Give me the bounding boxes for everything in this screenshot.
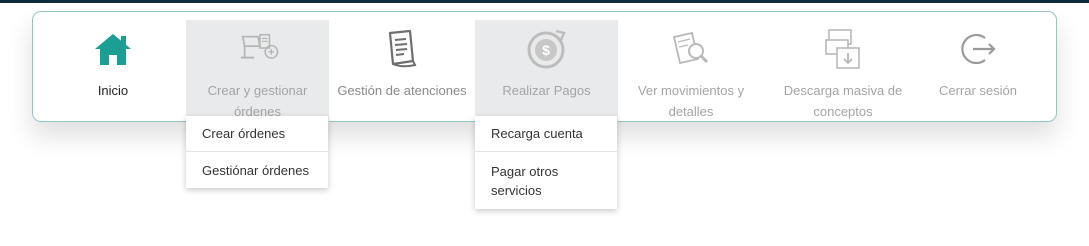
- nav-label-movimientos: Ver movimientos y detalles: [637, 83, 745, 119]
- nav-label-inicio: Inicio: [97, 83, 129, 98]
- document-icon: [381, 28, 423, 70]
- nav-label-atenciones: Gestión de atenciones: [337, 83, 467, 98]
- dropdown-item-label: Gestiónar órdenes: [202, 162, 309, 178]
- nav-item-atenciones[interactable]: Gestión de atenciones: [332, 20, 472, 126]
- movements-search-icon: [670, 28, 712, 70]
- nav-item-inicio[interactable]: Inicio: [70, 20, 156, 126]
- orders-icon: [237, 28, 279, 70]
- dropdown-item-pagar-otros-servicios[interactable]: Pagar otros servicios: [475, 152, 617, 209]
- dropdown-item-gestionar-ordenes[interactable]: Gestiónar órdenes: [186, 152, 328, 188]
- nav-item-descarga[interactable]: Descarga masiva de conceptos: [768, 20, 918, 126]
- nav-item-ordenes[interactable]: Crear y gestionar órdenes: [186, 20, 329, 126]
- dropdown-item-label: Crear órdenes: [202, 126, 286, 141]
- nav-item-pagos[interactable]: $ Realizar Pagos: [475, 20, 618, 126]
- home-icon: [92, 28, 134, 70]
- bulk-download-icon: [822, 28, 864, 70]
- nav-label-cerrar-sesion: Cerrar sesión: [938, 83, 1018, 98]
- dropdown-item-label: Recarga cuenta: [491, 126, 583, 141]
- dropdown-item-recarga-cuenta[interactable]: Recarga cuenta: [475, 116, 617, 152]
- top-bar: [0, 0, 1089, 3]
- dropdown-item-label: Pagar otros servicios: [491, 163, 559, 198]
- main-navbar: Inicio Crear y gestionar órdenes Gestión…: [32, 11, 1057, 126]
- logout-icon: [957, 28, 999, 70]
- svg-text:$: $: [542, 42, 550, 58]
- payment-icon: $: [526, 28, 568, 70]
- nav-label-descarga: Descarga masiva de conceptos: [783, 83, 903, 119]
- orders-dropdown-menu: Crear órdenes Gestiónar órdenes: [186, 116, 328, 188]
- nav-label-pagos: Realizar Pagos: [502, 83, 591, 98]
- nav-item-movimientos[interactable]: Ver movimientos y detalles: [621, 20, 761, 126]
- nav-item-cerrar-sesion[interactable]: Cerrar sesión: [925, 20, 1031, 126]
- dropdown-item-crear-ordenes[interactable]: Crear órdenes: [186, 116, 328, 152]
- payments-dropdown-menu: Recarga cuenta Pagar otros servicios: [475, 116, 617, 209]
